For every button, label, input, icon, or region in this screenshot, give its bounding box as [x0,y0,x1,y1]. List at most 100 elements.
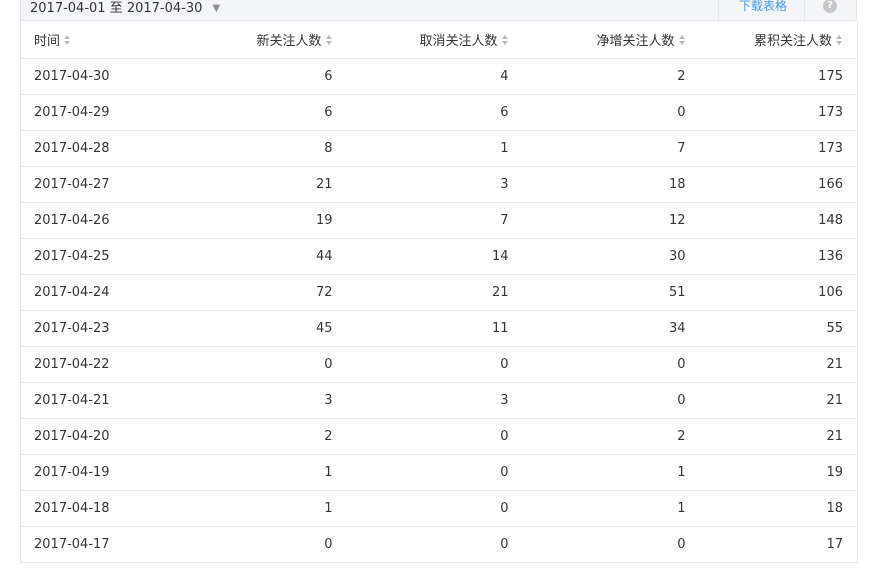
cell-unfollows: 0 [346,490,523,527]
cell-cumulative: 21 [699,346,858,383]
sort-icon[interactable] [325,35,333,46]
cell-new-followers: 6 [183,58,347,95]
table-row: 2017-04-17 0 0 0 17 [20,526,858,563]
cell-unfollows: 11 [346,310,523,347]
cell-net-growth: 2 [522,418,700,455]
cell-new-followers: 3 [183,382,347,419]
column-header-net-growth[interactable]: 净增关注人数 [522,21,700,59]
table-toolbar: 2017-04-01 至 2017-04-30 ▼ 下载表格 ? [20,0,857,22]
cell-cumulative: 17 [699,526,858,563]
cell-cumulative: 173 [699,94,858,131]
sort-icon[interactable] [64,35,71,46]
cell-cumulative: 21 [699,382,858,419]
cell-net-growth: 34 [522,310,700,347]
cell-net-growth: 30 [522,238,700,275]
cell-date: 2017-04-23 [20,310,184,347]
cell-net-growth: 0 [522,346,700,383]
cell-cumulative: 148 [699,202,858,239]
cell-net-growth: 0 [522,382,700,419]
cell-date: 2017-04-25 [20,238,184,275]
cell-date: 2017-04-29 [20,94,184,131]
cell-unfollows: 0 [346,454,523,491]
cell-unfollows: 4 [346,58,523,95]
table-row: 2017-04-24 72 21 51 106 [20,274,858,311]
toolbar-divider [718,0,719,22]
sort-icon[interactable] [836,35,843,46]
table-row: 2017-04-18 1 0 1 18 [20,490,858,527]
column-header-new-followers[interactable]: 新关注人数 [183,21,347,59]
cell-unfollows: 3 [346,382,523,419]
stats-page: 2017-04-01 至 2017-04-30 ▼ 下载表格 ? 时间 新关注人… [0,0,885,581]
cell-cumulative: 175 [699,58,858,95]
cell-net-growth: 2 [522,58,700,95]
table-row: 2017-04-30 6 4 2 175 [20,58,858,95]
cell-cumulative: 19 [699,454,858,491]
help-icon[interactable]: ? [823,0,837,13]
table-header-row: 时间 新关注人数 取消关注人数 净增关注人数 累积关注人数 [20,21,858,59]
table-row: 2017-04-25 44 14 30 136 [20,238,858,275]
cell-unfollows: 7 [346,202,523,239]
cell-new-followers: 44 [183,238,347,275]
cell-date: 2017-04-28 [20,130,184,167]
cell-new-followers: 21 [183,166,347,203]
cell-unfollows: 1 [346,130,523,167]
cell-net-growth: 18 [522,166,700,203]
table-row: 2017-04-28 8 1 7 173 [20,130,858,167]
cell-new-followers: 45 [183,310,347,347]
cell-net-growth: 1 [522,490,700,527]
follower-stats-table: 时间 新关注人数 取消关注人数 净增关注人数 累积关注人数 2017-04-30… [20,21,858,563]
cell-date: 2017-04-18 [20,490,184,527]
cell-new-followers: 1 [183,490,347,527]
table-row: 2017-04-27 21 3 18 166 [20,166,858,203]
cell-unfollows: 0 [346,346,523,383]
cell-unfollows: 21 [346,274,523,311]
cell-new-followers: 72 [183,274,347,311]
table-row: 2017-04-26 19 7 12 148 [20,202,858,239]
cell-unfollows: 0 [346,418,523,455]
cell-net-growth: 51 [522,274,700,311]
sort-icon[interactable] [501,35,509,46]
cell-new-followers: 0 [183,346,347,383]
cell-date: 2017-04-22 [20,346,184,383]
date-range-label: 2017-04-01 至 2017-04-30 [30,1,203,16]
table-row: 2017-04-20 2 0 2 21 [20,418,858,455]
cell-net-growth: 7 [522,130,700,167]
cell-unfollows: 3 [346,166,523,203]
cell-date: 2017-04-19 [20,454,184,491]
cell-cumulative: 21 [699,418,858,455]
cell-date: 2017-04-24 [20,274,184,311]
cell-cumulative: 55 [699,310,858,347]
cell-date: 2017-04-26 [20,202,184,239]
download-table-link[interactable]: 下载表格 [739,0,787,14]
caret-down-icon: ▼ [212,3,221,14]
cell-new-followers: 19 [183,202,347,239]
cell-date: 2017-04-30 [20,58,184,95]
column-header-cumulative[interactable]: 累积关注人数 [699,21,858,59]
cell-new-followers: 1 [183,454,347,491]
toolbar-divider [804,0,805,22]
table-row: 2017-04-23 45 11 34 55 [20,310,858,347]
cell-cumulative: 173 [699,130,858,167]
cell-date: 2017-04-20 [20,418,184,455]
date-range-picker[interactable]: 2017-04-01 至 2017-04-30 ▼ [30,0,220,16]
cell-net-growth: 12 [522,202,700,239]
cell-date: 2017-04-17 [20,526,184,563]
cell-new-followers: 8 [183,130,347,167]
column-header-unfollows[interactable]: 取消关注人数 [346,21,523,59]
column-header-date[interactable]: 时间 [20,21,184,59]
table-body: 2017-04-30 6 4 2 175 2017-04-29 6 6 0 173 2017-04-… [20,58,858,563]
cell-net-growth: 1 [522,454,700,491]
cell-new-followers: 6 [183,94,347,131]
cell-unfollows: 6 [346,94,523,131]
table-row: 2017-04-19 1 0 1 19 [20,454,858,491]
sort-icon[interactable] [678,35,686,46]
cell-new-followers: 2 [183,418,347,455]
cell-cumulative: 106 [699,274,858,311]
cell-unfollows: 14 [346,238,523,275]
cell-cumulative: 166 [699,166,858,203]
cell-unfollows: 0 [346,526,523,563]
cell-date: 2017-04-21 [20,382,184,419]
cell-new-followers: 0 [183,526,347,563]
cell-date: 2017-04-27 [20,166,184,203]
table-row: 2017-04-29 6 6 0 173 [20,94,858,131]
